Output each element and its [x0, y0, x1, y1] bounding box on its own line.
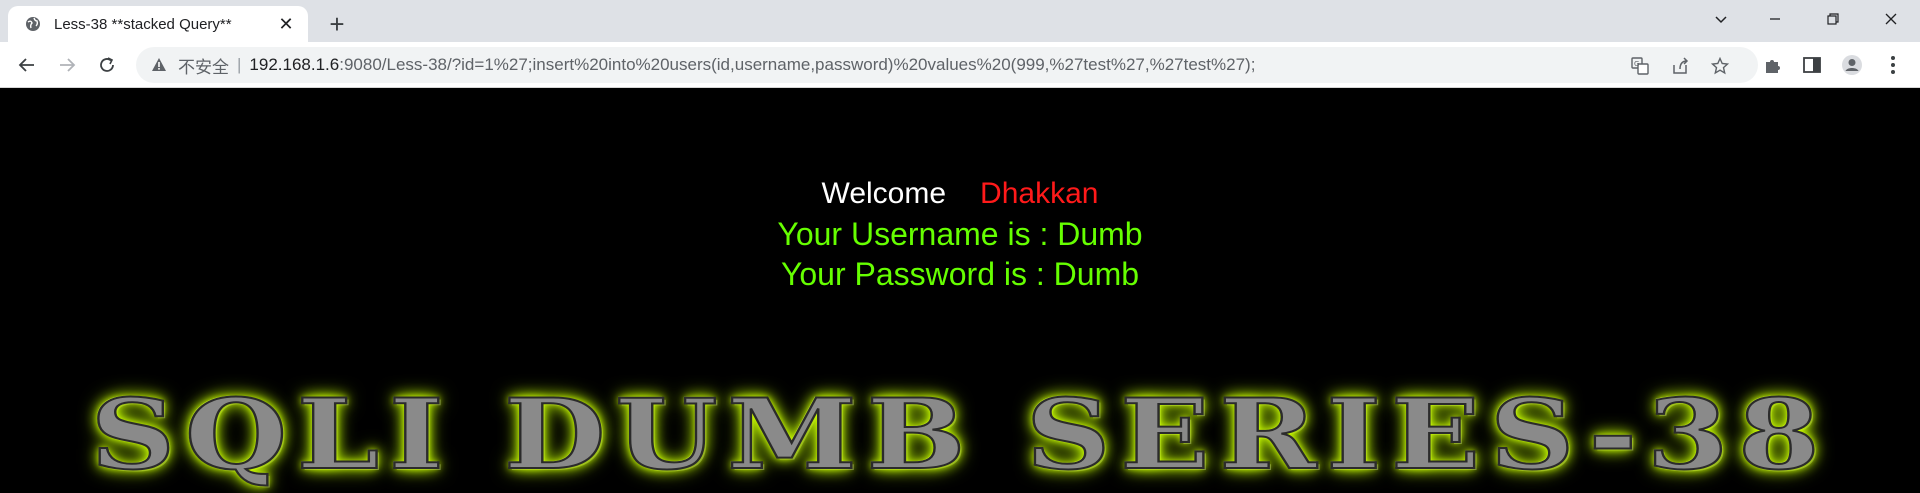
welcome-text: Welcome — [821, 177, 947, 210]
security-status-label[interactable]: 不安全 — [178, 53, 229, 78]
restore-icon[interactable] — [1804, 0, 1862, 38]
tab-close-icon[interactable]: ✕ — [274, 12, 298, 36]
series-banner-image: SQLI DUMB SERIES-38 — [89, 377, 1830, 492]
url-text[interactable]: 192.168.1.6:9080/Less-38/?id=1%27;insert… — [249, 55, 1255, 75]
extensions-puzzle-icon[interactable] — [1762, 54, 1784, 76]
minimize-icon[interactable] — [1746, 0, 1804, 38]
page-content: Welcome Dhakkan Your Username is : Dumb Y… — [0, 88, 1920, 493]
new-tab-button[interactable]: + — [322, 9, 352, 39]
url-path: :9080/Less-38/?id=1%27;insert%20into%20u… — [339, 55, 1256, 74]
forward-arrow-icon[interactable] — [52, 50, 82, 80]
user-display-name: Dhakkan — [980, 177, 1099, 210]
menu-kebab-icon[interactable] — [1882, 54, 1904, 76]
password-line: Your Password is : Dumb — [780, 256, 1140, 292]
reload-icon[interactable] — [92, 50, 122, 80]
url-host: 192.168.1.6 — [249, 55, 340, 74]
globe-icon — [24, 15, 42, 33]
side-panel-icon[interactable] — [1801, 54, 1823, 76]
tab-title: Less-38 **stacked Query** — [54, 15, 232, 33]
welcome-line: Welcome Dhakkan — [0, 174, 1920, 214]
address-separator: | — [237, 55, 242, 74]
window-close-icon[interactable] — [1862, 0, 1920, 38]
svg-text:G: G — [1634, 60, 1639, 68]
profile-avatar-icon[interactable] — [1841, 54, 1863, 76]
username-line: Your Username is : Dumb — [777, 216, 1143, 252]
browser-tab-active[interactable]: Less-38 **stacked Query** ✕ — [8, 6, 308, 42]
share-icon[interactable] — [1670, 56, 1690, 76]
bookmark-star-icon[interactable] — [1710, 56, 1730, 76]
back-arrow-icon[interactable] — [12, 50, 42, 80]
warning-triangle-icon[interactable] — [150, 56, 168, 74]
browser-toolbar: 不安全 | 192.168.1.6:9080/Less-38/?id=1%27;… — [0, 42, 1920, 88]
tab-search-chevron-icon[interactable] — [1692, 0, 1750, 38]
tab-strip: Less-38 **stacked Query** ✕ + — [0, 0, 1920, 42]
translate-icon[interactable]: G — [1630, 56, 1650, 76]
address-bar[interactable]: 不安全 | 192.168.1.6:9080/Less-38/?id=1%27;… — [136, 47, 1758, 83]
